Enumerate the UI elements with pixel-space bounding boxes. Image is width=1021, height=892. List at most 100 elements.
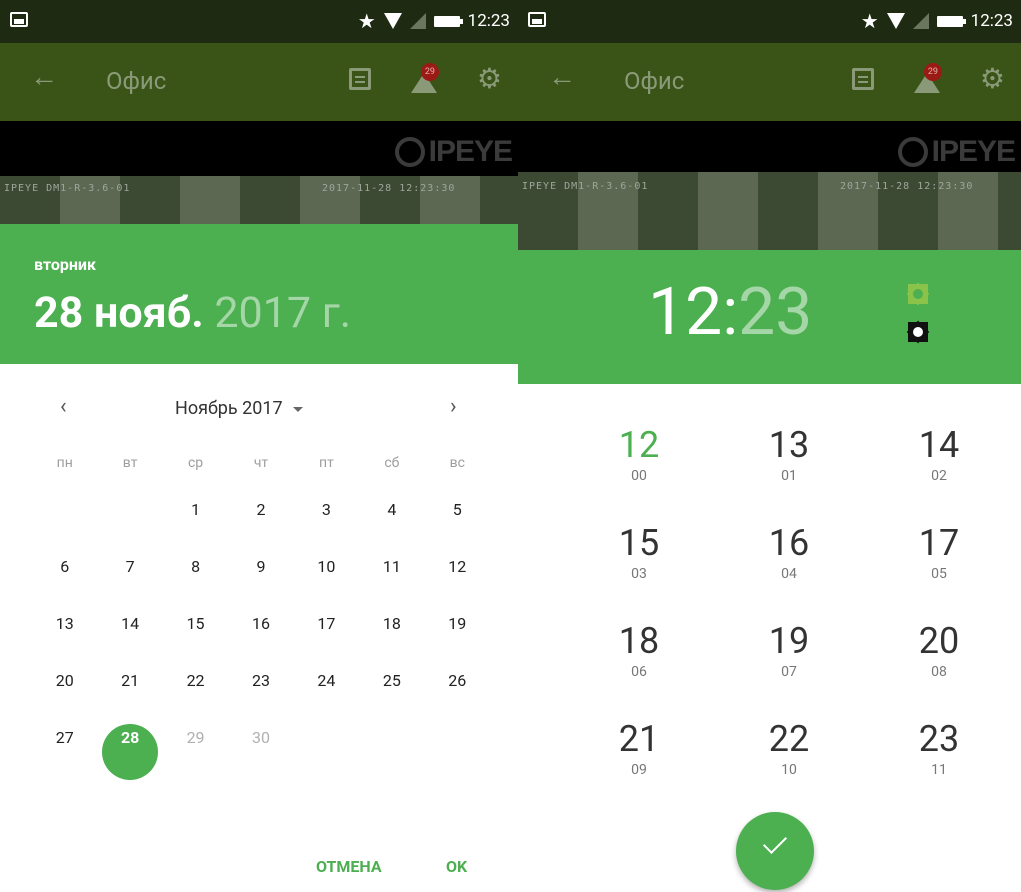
month-label: Ноябрь 2017 [175, 398, 283, 419]
calendar-day[interactable]: 21 [97, 666, 162, 723]
calendar-day[interactable]: 14 [97, 609, 162, 666]
weekday-header-row: пн вт ср чт пт сб вс [32, 455, 490, 471]
signal-icon [912, 13, 929, 29]
brightness-light-icon[interactable] [908, 284, 928, 304]
hour-option[interactable]: 16 04 [714, 524, 864, 622]
hour-value: 15 [618, 522, 660, 564]
calendar-day[interactable]: 11 [359, 552, 424, 609]
selected-date: 28 нояб. 2017 г. [34, 288, 351, 338]
hour-option[interactable]: 12 00 [564, 426, 714, 524]
ipeye-logo: IPEYE [394, 135, 513, 169]
hour-alt-value: 02 [931, 468, 947, 484]
hour-option[interactable]: 23 11 [864, 720, 1014, 818]
time-header: 12:23 [518, 250, 1021, 384]
date-picker-screen: ★ 12:23 ← Офис 29 ⚙ IPEYE IPEYE DM1-R-3.… [0, 0, 518, 892]
hour-alt-value: 00 [631, 468, 647, 484]
hour-option[interactable]: 21 09 [564, 720, 714, 818]
calendar-day[interactable]: 26 [425, 666, 490, 723]
hour-option[interactable]: 20 08 [864, 622, 1014, 720]
hour-value: 23 [918, 718, 960, 760]
calendar-day[interactable]: 20 [32, 666, 97, 723]
calendar-day[interactable]: 18 [359, 609, 424, 666]
hour-value: 20 [918, 620, 960, 662]
hour-option[interactable]: 22 10 [714, 720, 864, 818]
hour-option[interactable]: 14 02 [864, 426, 1014, 524]
notification-badge: 29 [420, 63, 439, 81]
calendar-day[interactable]: 16 [228, 609, 293, 666]
hour-option[interactable]: 18 06 [564, 622, 714, 720]
calendar-day[interactable]: 6 [32, 552, 97, 609]
notification-badge: 29 [923, 63, 942, 81]
dialog-actions: ОТМЕНА OK [0, 852, 518, 882]
calendar-day[interactable]: 23 [228, 666, 293, 723]
selected-day-month[interactable]: 28 нояб. [34, 288, 204, 338]
calendar-day[interactable]: 9 [228, 552, 293, 609]
calendar-day[interactable]: 3 [294, 495, 359, 552]
cancel-button[interactable]: ОТМЕНА [316, 857, 382, 876]
calendar-day[interactable]: 25 [359, 666, 424, 723]
camera-timestamp: 2017-11-28 12:23:30 [322, 183, 456, 194]
appbar-actions: 29 ⚙ [348, 63, 502, 93]
calendar-day[interactable]: 19 [425, 609, 490, 666]
gear-icon[interactable]: ⚙ [477, 65, 502, 93]
selected-minutes[interactable]: 23 [738, 274, 812, 351]
calendar-day[interactable]: 15 [163, 609, 228, 666]
ok-button[interactable]: OK [446, 857, 467, 876]
calendar-day[interactable]: 24 [294, 666, 359, 723]
calendar-day[interactable]: 5 [425, 495, 490, 552]
calendar-day[interactable]: 30 [228, 723, 293, 780]
selected-year[interactable]: 2017 г. [214, 288, 351, 338]
weekday-label: пт [319, 455, 334, 471]
calendar-day[interactable]: 2 [228, 495, 293, 552]
calendar-day[interactable]: 13 [32, 609, 97, 666]
prev-month-icon[interactable]: ‹ [60, 394, 67, 419]
selected-time: 12:23 [648, 280, 812, 346]
calendar-day[interactable]: 7 [97, 552, 162, 609]
calendar-day[interactable]: 17 [294, 609, 359, 666]
screenshot-notification-icon [528, 12, 546, 27]
calendar-day-selected[interactable]: 28 [97, 723, 162, 780]
calendar-day[interactable]: 4 [359, 495, 424, 552]
month-selector[interactable]: Ноябрь 2017 [175, 398, 303, 419]
wifi-icon [886, 13, 905, 29]
hour-option[interactable]: 17 05 [864, 524, 1014, 622]
back-arrow-icon[interactable]: ← [30, 63, 58, 91]
calendar-day[interactable]: 10 [294, 552, 359, 609]
calendar-day[interactable]: 1 [163, 495, 228, 552]
hour-option[interactable]: 15 03 [564, 524, 714, 622]
dropdown-caret-icon [292, 406, 303, 412]
hour-value: 21 [618, 718, 660, 760]
status-time: 12:23 [467, 11, 510, 31]
selected-hours[interactable]: 12 [648, 274, 722, 351]
brightness-dark-icon[interactable] [908, 322, 928, 342]
calendar-icon[interactable] [348, 68, 371, 90]
calendar-day[interactable]: 8 [163, 552, 228, 609]
hour-option[interactable]: 13 01 [714, 426, 864, 524]
back-arrow-icon[interactable]: ← [548, 63, 576, 91]
app-bar: ← Офис 29 ⚙ [518, 43, 1021, 121]
star-icon: ★ [357, 9, 376, 33]
calendar-day[interactable]: 29 [163, 723, 228, 780]
next-month-icon[interactable]: › [450, 394, 457, 419]
calendar-days-grid: 1 2 3 4 5 6 7 8 9 10 11 12 13 14 15 16 17 18 19 20 21 22 23 24 2… [32, 495, 490, 780]
notification-icon[interactable]: 29 [912, 63, 942, 93]
hour-value: 18 [618, 620, 660, 662]
calendar-icon[interactable] [851, 68, 874, 90]
calendar-day[interactable]: 12 [425, 552, 490, 609]
notification-icon[interactable]: 29 [409, 63, 439, 93]
month-navigation: ‹ Ноябрь 2017 › [0, 386, 518, 426]
app-bar: ← Офис 29 ⚙ [0, 43, 518, 121]
status-time: 12:23 [970, 11, 1013, 31]
status-bar: ★ 12:23 [0, 0, 518, 43]
confirm-button[interactable] [736, 812, 814, 890]
weekday-label: вт [122, 455, 138, 471]
hour-value: 19 [768, 620, 810, 662]
hour-alt-value: 08 [931, 664, 947, 680]
camera-name: IPEYE DM1-R-3.6-01 [4, 183, 131, 194]
camera-name: IPEYE DM1-R-3.6-01 [522, 181, 649, 192]
calendar-day[interactable]: 27 [32, 723, 97, 780]
gear-icon[interactable]: ⚙ [980, 65, 1005, 93]
time-picker-screen: ★ 12:23 ← Офис 29 ⚙ IPEYE IPEYE DM1-R-3.… [518, 0, 1021, 892]
calendar-day[interactable]: 22 [163, 666, 228, 723]
hour-option[interactable]: 19 07 [714, 622, 864, 720]
